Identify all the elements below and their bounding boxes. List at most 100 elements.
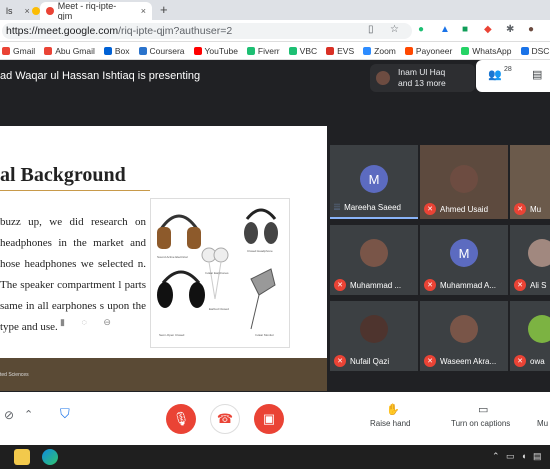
camera-status-icon[interactable]: ▯: [368, 24, 374, 35]
shield-icon[interactable]: ⛉: [60, 406, 70, 422]
presenter-badge-line2: and 13 more: [398, 78, 446, 88]
bookmark-coursera[interactable]: Coursera: [138, 46, 185, 56]
avatar: [450, 315, 478, 343]
extension-icon[interactable]: ●: [418, 24, 424, 35]
tile-hover-controls: ▮ ◌ ⊖: [60, 317, 111, 328]
image-label: Semi-Open Closed: [159, 333, 185, 337]
bookmark-label: Abu Gmail: [55, 45, 95, 56]
bookmark-dsc[interactable]: DSC: [520, 46, 549, 56]
leave-call-button[interactable]: ☎: [210, 404, 240, 434]
raise-hand-label[interactable]: Raise hand: [370, 419, 410, 428]
camera-toggle-button[interactable]: ▣: [254, 404, 284, 434]
attachment-icon[interactable]: ⊘: [4, 408, 14, 422]
people-icon[interactable]: 👥: [488, 68, 502, 81]
participant-tile[interactable]: ✕ Ahmed Usaid: [420, 145, 508, 219]
participant-tile[interactable]: M ⦙⦙⦙ Mareeha Saeed: [330, 145, 418, 219]
file-explorer-icon[interactable]: [14, 449, 30, 465]
presenter-badge[interactable]: Inam Ul Haq and 13 more: [370, 64, 475, 92]
edge-browser-icon[interactable]: [42, 449, 58, 465]
bookmark-gmail[interactable]: Gmail: [2, 46, 35, 56]
mic-off-icon: ✕: [424, 203, 436, 215]
bookmark-star-icon[interactable]: ☆: [390, 24, 399, 35]
presentation-area: al Background buzz up, we did research o…: [0, 126, 327, 391]
participant-label: ✕ Waseem Akra...: [424, 355, 496, 367]
bookmark-zoom[interactable]: Zoom: [363, 46, 396, 56]
bookmark-whatsapp[interactable]: WhatsApp: [461, 45, 512, 56]
fiverr-icon: [246, 46, 255, 55]
chevron-up-icon[interactable]: ⌃: [24, 408, 33, 421]
participant-label: ✕ Muhammad A...: [424, 279, 496, 291]
mic-toggle-button[interactable]: 🎙: [166, 404, 196, 434]
bookmark-abu-gmail[interactable]: Abu Gmail: [44, 46, 95, 56]
participant-count: 28: [504, 66, 512, 73]
presenter-badge-line1: Inam Ul Haq: [398, 67, 446, 77]
pin-icon[interactable]: ▮: [60, 317, 65, 327]
avatar: [360, 239, 388, 267]
captions-icon[interactable]: ▭: [478, 403, 488, 416]
participant-tile[interactable]: ✕ Muhammad ...: [330, 225, 418, 295]
participant-label: ✕ Nufail Qazi: [334, 355, 389, 367]
title-underline: [0, 190, 150, 191]
bookmark-label: Box: [114, 45, 130, 56]
participant-name: owa: [530, 356, 545, 366]
box-icon: [103, 46, 112, 55]
puzzle-extensions-icon[interactable]: ✱: [506, 24, 514, 35]
participant-tile[interactable]: M ✕ Muhammad A...: [420, 225, 508, 295]
mic-off-icon: ✕: [514, 355, 526, 367]
participant-grid: M ⦙⦙⦙ Mareeha Saeed ✕ Ahmed Usaid ✕ Mu ✕ Muh…: [330, 145, 550, 375]
participant-tile[interactable]: ✕ Mu: [510, 145, 550, 219]
participant-name: Mareeha Saeed: [344, 203, 401, 212]
address-bar: https://meet.google.com/riq-ipte-qjm?aut…: [0, 20, 550, 42]
participant-label: ✕ Ali S: [514, 279, 546, 291]
chat-icon[interactable]: ▤: [532, 68, 542, 81]
mute-icon[interactable]: ◌: [81, 317, 86, 327]
participant-name: Ali S: [530, 280, 547, 290]
bookmark-label: WhatsApp: [472, 45, 512, 56]
bookmark-label: Fiverr: [257, 45, 280, 56]
new-tab-button[interactable]: +: [160, 2, 168, 17]
sheets-extension-icon[interactable]: ■: [462, 24, 468, 35]
bookmark-label: Zoom: [374, 45, 396, 56]
bookmark-evs[interactable]: EVS: [326, 46, 354, 56]
browser-tab-meet[interactable]: Meet - riq-ipte-qjm ×: [40, 1, 152, 21]
participant-name: Waseem Akra...: [440, 356, 497, 366]
participant-tile[interactable]: ✕ owa: [510, 301, 550, 371]
participant-tile[interactable]: ✕ Waseem Akra...: [420, 301, 508, 371]
payoneer-icon: [404, 46, 413, 55]
bookmark-payoneer[interactable]: Payoneer: [404, 46, 452, 56]
image-label: In-Ear Earphones: [205, 271, 229, 275]
slide: al Background buzz up, we did research o…: [0, 126, 327, 358]
slide-footer-text: ted Sciences: [0, 372, 29, 378]
avatar: [360, 315, 388, 343]
avatar: M: [360, 165, 388, 193]
slide-title: al Background: [0, 164, 126, 186]
url-field[interactable]: https://meet.google.com/riq-ipte-qjm?aut…: [2, 23, 412, 39]
presenter-badge-text: Inam Ul Haq and 13 more: [398, 67, 446, 89]
bookmark-youtube[interactable]: YouTube: [193, 46, 238, 56]
mic-off-icon: 🎙: [172, 411, 190, 426]
bookmark-vbc[interactable]: VBC: [288, 46, 317, 56]
system-tray[interactable]: ⌃ ▭ ◖ ▤: [492, 451, 544, 462]
more-options-label[interactable]: Mu: [537, 419, 548, 428]
bookmark-label: EVS: [337, 45, 355, 56]
avatar: [450, 165, 478, 193]
hand-icon[interactable]: ✋: [386, 403, 400, 416]
profile-avatar-icon[interactable]: ●: [528, 24, 534, 35]
youtube-icon: [193, 46, 202, 55]
close-tab-icon[interactable]: ×: [141, 6, 146, 16]
participant-name: Ahmed Usaid: [440, 204, 489, 214]
pdf-extension-icon[interactable]: ◆: [484, 24, 492, 35]
mic-off-icon: ✕: [514, 279, 526, 291]
image-label: In-Ear Monitor: [255, 333, 275, 337]
bookmark-box[interactable]: Box: [103, 45, 130, 56]
bookmark-fiverr[interactable]: Fiverr: [246, 45, 280, 56]
remove-icon[interactable]: ⊖: [103, 317, 111, 327]
chrome-icon: [32, 7, 40, 15]
image-label: Earbud Closed: [209, 307, 229, 311]
participant-tile[interactable]: ✕ Nufail Qazi: [330, 301, 418, 371]
os-taskbar: ⌃ ▭ ◖ ▤: [0, 445, 550, 469]
drive-extension-icon[interactable]: ▲: [440, 24, 450, 35]
participant-label: ✕ Ahmed Usaid: [424, 203, 488, 215]
captions-label[interactable]: Turn on captions: [451, 419, 510, 428]
participant-tile[interactable]: ✕ Ali S: [510, 225, 550, 295]
